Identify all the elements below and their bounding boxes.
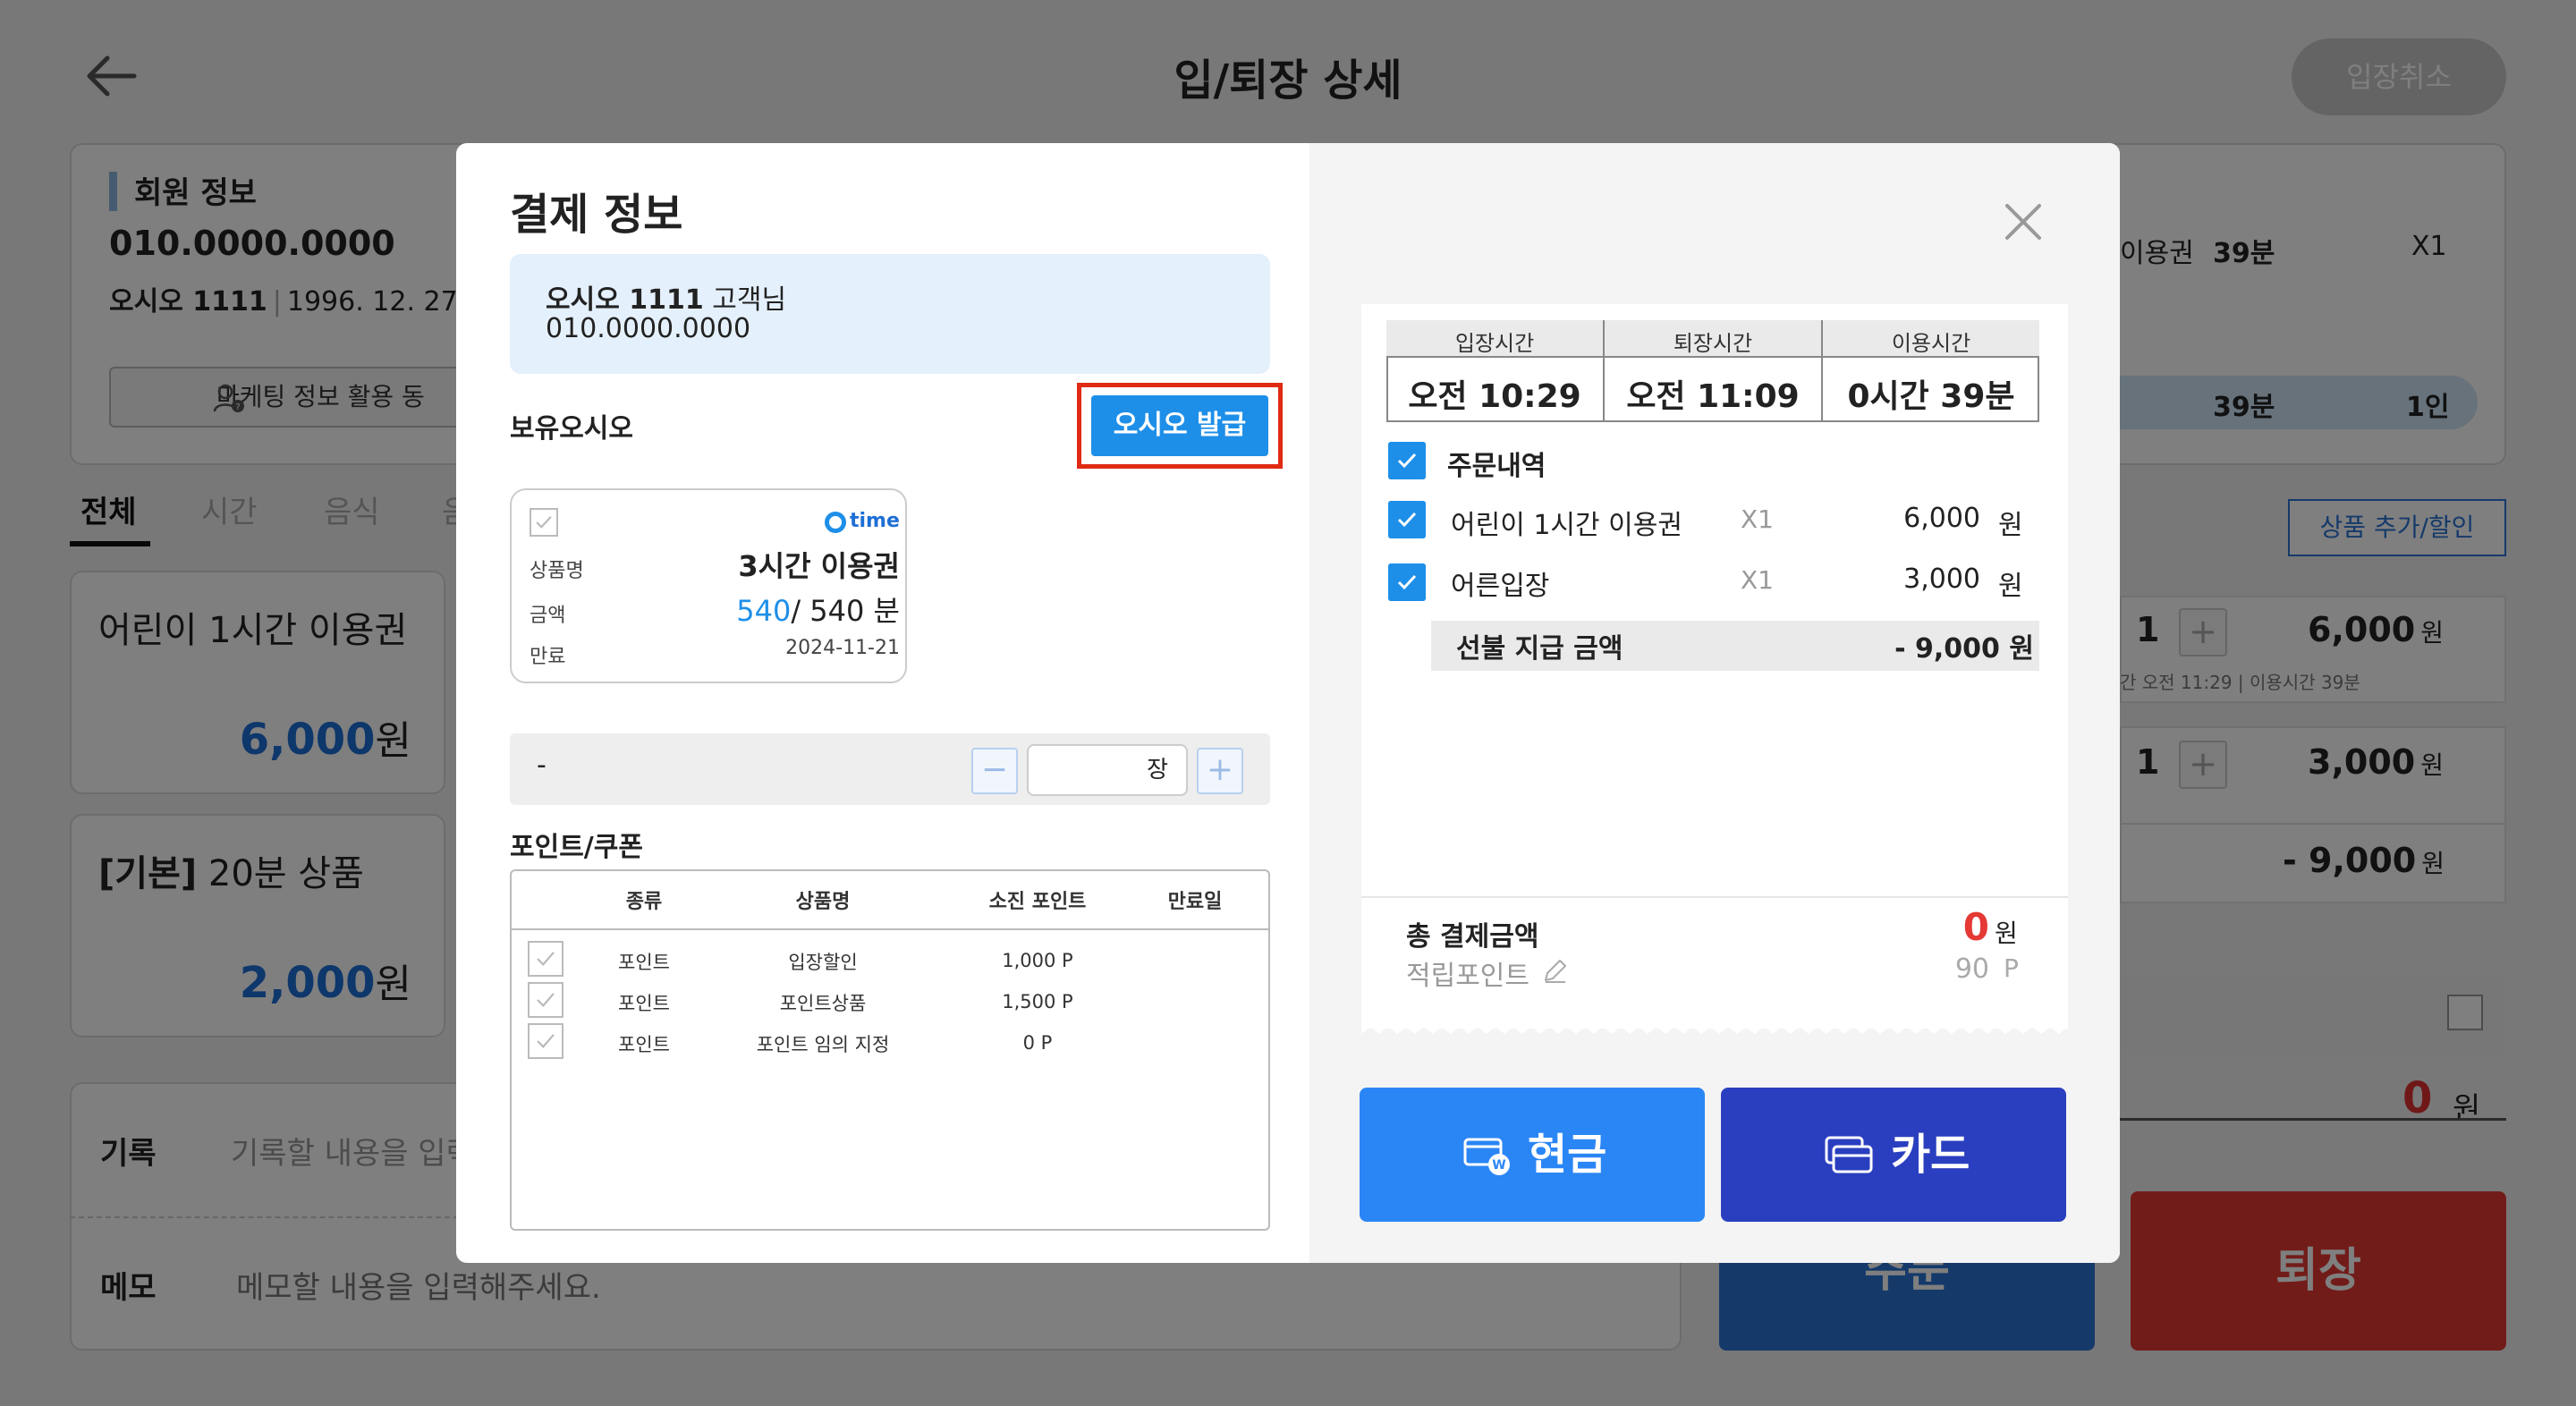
divider bbox=[1361, 896, 2068, 898]
entry-time-header: 입장시간 bbox=[1454, 331, 1535, 356]
points-row-points: 0 P bbox=[1022, 1032, 1053, 1054]
order-item-price: 6,000 bbox=[1903, 503, 1980, 534]
points-row-checkbox[interactable] bbox=[528, 941, 564, 977]
exit-time-header: 퇴장시간 bbox=[1673, 331, 1753, 356]
usage-time-header: 이용시간 bbox=[1891, 331, 1971, 356]
ticket-name-value: 3시간 이용권 bbox=[738, 549, 900, 583]
qty-input[interactable]: 장 bbox=[1027, 744, 1188, 796]
points-row-type: 포인트 bbox=[618, 952, 670, 973]
ticket-name-key: 상품명 bbox=[530, 560, 584, 582]
svg-text:W: W bbox=[1492, 1158, 1505, 1173]
ticket-brand: time bbox=[850, 510, 900, 532]
points-header-type: 종류 bbox=[625, 891, 663, 913]
owned-osio-label: 보유오시오 bbox=[510, 413, 633, 445]
points-header-points: 소진 포인트 bbox=[988, 891, 1087, 913]
total-payment-unit: 원 bbox=[1995, 919, 2018, 948]
prepaid-label: 선불 지급 금액 bbox=[1456, 633, 1623, 665]
order-history-label: 주문내역 bbox=[1447, 451, 1546, 482]
ticket-expire-value: 2024-11-21 bbox=[785, 637, 900, 659]
ticket-expire-key: 만료 bbox=[530, 646, 566, 668]
earn-points-unit: P bbox=[2004, 953, 2019, 983]
order-item-unit: 원 bbox=[1998, 571, 2023, 602]
receipt-zigzag-edge bbox=[1361, 1023, 2068, 1034]
brand-logo-icon bbox=[825, 512, 846, 533]
ticket-amount-value: 540/ 540 분 bbox=[736, 594, 900, 628]
prepaid-amount: - 9,000 원 bbox=[1894, 633, 2034, 665]
earn-points-label: 적립포인트 bbox=[1406, 961, 1530, 992]
total-payment-label: 총 결제금액 bbox=[1406, 921, 1539, 953]
total-payment-value: 0 bbox=[1962, 905, 1989, 949]
issue-osio-button[interactable]: 오시오 발급 bbox=[1091, 395, 1268, 456]
points-row-points: 1,000 P bbox=[1002, 950, 1073, 971]
order-item-qty: X1 bbox=[1741, 504, 1774, 534]
order-item-qty: X1 bbox=[1741, 565, 1774, 595]
points-header-name: 상품명 bbox=[795, 891, 851, 913]
order-history-checkbox[interactable] bbox=[1388, 442, 1426, 479]
points-row-checkbox[interactable] bbox=[528, 1023, 564, 1059]
order-item-checkbox[interactable] bbox=[1388, 501, 1426, 538]
points-row-name: 입장할인 bbox=[788, 952, 858, 973]
cash-icon: W bbox=[1463, 1138, 1510, 1175]
cash-label: 현금 bbox=[1528, 1130, 1607, 1180]
order-item-unit: 원 bbox=[1998, 510, 2023, 541]
points-coupon-label: 포인트/쿠폰 bbox=[510, 832, 643, 863]
entry-time-value: 오전 10:29 bbox=[1408, 378, 1581, 415]
order-item-name: 어린이 1시간 이용권 bbox=[1451, 510, 1682, 541]
close-icon[interactable] bbox=[1995, 193, 2052, 250]
ticket-amount-key: 금액 bbox=[530, 605, 566, 627]
customer-phone: 010.0000.0000 bbox=[546, 313, 751, 344]
card-pay-button[interactable]: 카드 bbox=[1721, 1088, 2066, 1222]
customer-name: 오시오 1111 고객님 bbox=[546, 284, 787, 316]
order-item-name: 어른입장 bbox=[1451, 571, 1550, 602]
qty-minus-button[interactable]: − bbox=[971, 748, 1018, 794]
order-item-price: 3,000 bbox=[1903, 563, 1980, 595]
points-row-type: 포인트 bbox=[618, 1034, 670, 1055]
credit-card-icon bbox=[1825, 1136, 1873, 1173]
ticket-checkbox[interactable] bbox=[530, 508, 558, 537]
order-item-checkbox[interactable] bbox=[1388, 563, 1426, 601]
points-header-expire: 만료일 bbox=[1167, 891, 1223, 913]
points-row-name: 포인트 임의 지정 bbox=[756, 1034, 890, 1055]
modal-title: 결제 정보 bbox=[510, 190, 683, 240]
ticket-qty-label: - bbox=[537, 750, 547, 781]
points-row-type: 포인트 bbox=[618, 993, 670, 1014]
points-row-checkbox[interactable] bbox=[528, 982, 564, 1018]
earn-points-value: 90 bbox=[1954, 953, 1989, 985]
usage-time-value: 0시간 39분 bbox=[1847, 378, 2015, 415]
points-row-points: 1,500 P bbox=[1002, 991, 1073, 1012]
points-row-name: 포인트상품 bbox=[779, 993, 867, 1014]
exit-time-value: 오전 11:09 bbox=[1626, 378, 1800, 415]
divider bbox=[510, 928, 1270, 930]
qty-plus-button[interactable]: + bbox=[1197, 748, 1243, 794]
cash-pay-button[interactable]: W 현금 bbox=[1360, 1088, 1705, 1222]
card-label: 카드 bbox=[1891, 1130, 1970, 1180]
pencil-icon[interactable] bbox=[1540, 955, 1571, 986]
payment-modal: 결제 정보 오시오 1111 고객님 010.0000.0000 보유오시오 오… bbox=[456, 143, 2120, 1263]
